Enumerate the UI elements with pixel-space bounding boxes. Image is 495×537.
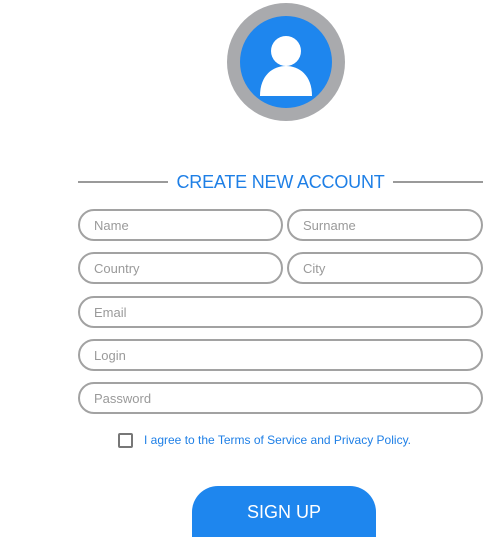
password-field[interactable] xyxy=(78,382,483,414)
avatar-ring xyxy=(227,3,345,121)
name-field[interactable] xyxy=(78,209,283,241)
terms-label[interactable]: I agree to the Terms of Service and Priv… xyxy=(144,433,411,447)
user-silhouette-icon xyxy=(260,36,312,96)
login-field[interactable] xyxy=(78,339,483,371)
sign-up-button[interactable]: SIGN UP xyxy=(192,486,376,537)
title-row: CREATE NEW ACCOUNT xyxy=(78,170,484,194)
terms-checkbox[interactable] xyxy=(118,432,133,448)
city-field[interactable] xyxy=(287,252,483,284)
title-divider-left xyxy=(78,181,169,183)
page-title: CREATE NEW ACCOUNT xyxy=(176,171,385,192)
country-field[interactable] xyxy=(78,252,283,284)
terms-row: I agree to the Terms of Service and Priv… xyxy=(118,430,411,450)
surname-field[interactable] xyxy=(287,209,483,241)
email-field[interactable] xyxy=(78,296,483,328)
title-divider-right xyxy=(392,181,484,183)
avatar xyxy=(240,16,332,108)
